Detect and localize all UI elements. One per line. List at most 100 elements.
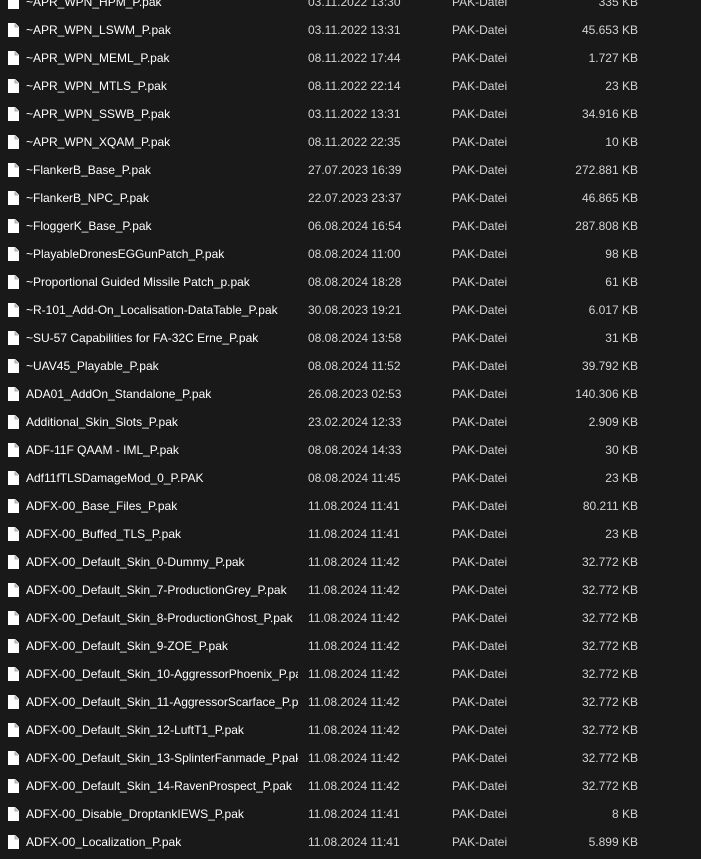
file-modified-date: 03.11.2022 13:31 [308,107,401,121]
file-row[interactable]: ADFX-00_Default_Skin_8-ProductionGhost_P… [0,604,701,632]
file-modified-date: 08.11.2022 22:14 [308,79,401,93]
file-name: ADFX-00_Buffed_TLS_P.pak [26,527,181,541]
file-row[interactable]: ~R-101_Add-On_Localisation-DataTable_P.p… [0,296,701,324]
file-type: PAK-Datei [452,443,508,457]
file-name: ADFX-00_Localization_P.pak [26,835,182,849]
file-icon [8,555,19,569]
file-icon [8,723,19,737]
file-row[interactable]: ADFX-00_Buffed_TLS_P.pak 11.08.2024 11:4… [0,520,701,548]
file-row[interactable]: ADF-11F QAAM - IML_P.pak 08.08.2024 14:3… [0,436,701,464]
file-name: ~APR_WPN_SSWB_P.pak [26,107,171,121]
file-size: 32.772 KB [581,583,638,597]
file-name: ADFX-00_Default_Skin_14-RavenProspect_P.… [26,779,292,793]
file-icon [8,639,19,653]
file-size: 46.865 KB [581,191,638,205]
file-type: PAK-Datei [452,331,508,345]
file-icon [8,163,19,177]
file-name: ~APR_WPN_MEML_P.pak [26,51,170,65]
file-size: 80.211 KB [582,499,638,513]
file-row[interactable]: ADFX-00_Default_Skin_14-RavenProspect_P.… [0,772,701,800]
file-row[interactable]: ~APR_WPN_LSWM_P.pak 03.11.2022 13:31 PAK… [0,16,701,44]
file-name: ~APR_WPN_LSWM_P.pak [26,23,171,37]
file-row[interactable]: ~Proportional Guided Missile Patch_p.pak… [0,268,701,296]
file-row[interactable]: ADFX-00_Default_Skin_9-ZOE_P.pak 11.08.2… [0,632,701,660]
file-name: ~FlankerB_Base_P.pak [26,163,151,177]
file-modified-date: 11.08.2024 11:42 [308,667,400,681]
file-size: 45.653 KB [581,23,638,37]
file-modified-date: 03.11.2022 13:30 [308,0,401,9]
file-row[interactable]: ~FlankerB_Base_P.pak 27.07.2023 16:39 PA… [0,156,701,184]
file-modified-date: 11.08.2024 11:42 [308,639,400,653]
file-row[interactable]: ADFX-00_Localization_P.pak 11.08.2024 11… [0,828,701,856]
file-size: 61 KB [605,275,638,289]
file-modified-date: 08.11.2022 22:35 [308,135,401,149]
file-list: ~APR_WPN_HPM_P.pak 03.11.2022 13:30 PAK-… [0,0,701,856]
file-row[interactable]: ADFX-00_Default_Skin_13-SplinterFanmade_… [0,744,701,772]
file-modified-date: 08.08.2024 11:52 [308,359,401,373]
file-icon [8,751,19,765]
file-row[interactable]: ADA01_AddOn_Standalone_P.pak 26.08.2023 … [0,380,701,408]
file-row[interactable]: ADFX-00_Default_Skin_10-AggressorPhoenix… [0,660,701,688]
file-row[interactable]: ~PlayableDronesEGGunPatch_P.pak 08.08.20… [0,240,701,268]
file-modified-date: 11.08.2024 11:42 [308,695,400,709]
file-type: PAK-Datei [452,499,508,513]
file-row[interactable]: Adf11fTLSDamageMod_0_P.PAK 08.08.2024 11… [0,464,701,492]
file-row[interactable]: ADFX-00_Default_Skin_7-ProductionGrey_P.… [0,576,701,604]
file-row[interactable]: ADFX-00_Base_Files_P.pak 11.08.2024 11:4… [0,492,701,520]
file-modified-date: 06.08.2024 16:54 [308,219,402,233]
file-row[interactable]: ~APR_WPN_HPM_P.pak 03.11.2022 13:30 PAK-… [0,0,701,16]
file-icon [8,275,19,289]
file-type: PAK-Datei [452,23,508,37]
file-icon [8,779,19,793]
file-icon [8,415,19,429]
file-icon [8,471,19,485]
file-row[interactable]: ADFX-00_Default_Skin_11-AggressorScarfac… [0,688,701,716]
file-row[interactable]: ~APR_WPN_XQAM_P.pak 08.11.2022 22:35 PAK… [0,128,701,156]
file-type: PAK-Datei [452,639,508,653]
file-row[interactable]: ~UAV45_Playable_P.pak 08.08.2024 11:52 P… [0,352,701,380]
file-name: ~FloggerK_Base_P.pak [26,219,152,233]
file-modified-date: 11.08.2024 11:42 [308,555,400,569]
file-row[interactable]: ~SU-57 Capabilities for FA-32C Erne_P.pa… [0,324,701,352]
file-row[interactable]: ~APR_WPN_SSWB_P.pak 03.11.2022 13:31 PAK… [0,100,701,128]
file-modified-date: 11.08.2024 11:42 [308,723,400,737]
file-icon [8,23,19,37]
file-row[interactable]: ADFX-00_Default_Skin_0-Dummy_P.pak 11.08… [0,548,701,576]
file-name: Adf11fTLSDamageMod_0_P.PAK [26,471,204,485]
file-size: 6.017 KB [588,303,638,317]
file-name: ADF-11F QAAM - IML_P.pak [26,443,179,457]
file-row[interactable]: ~APR_WPN_MEML_P.pak 08.11.2022 17:44 PAK… [0,44,701,72]
file-size: 32.772 KB [581,667,638,681]
file-name: ADFX-00_Default_Skin_9-ZOE_P.pak [26,639,228,653]
file-modified-date: 08.08.2024 14:33 [308,443,402,457]
file-type: PAK-Datei [452,135,508,149]
file-name: ADFX-00_Disable_DroptankIEWS_P.pak [26,807,244,821]
file-type: PAK-Datei [452,471,508,485]
file-type: PAK-Datei [452,667,508,681]
file-row[interactable]: ADFX-00_Disable_DroptankIEWS_P.pak 11.08… [0,800,701,828]
file-type: PAK-Datei [452,359,508,373]
file-size: 10 KB [605,135,638,149]
file-name: ~PlayableDronesEGGunPatch_P.pak [26,247,225,261]
file-modified-date: 11.08.2024 11:42 [308,751,400,765]
file-row[interactable]: Additional_Skin_Slots_P.pak 23.02.2024 1… [0,408,701,436]
file-modified-date: 08.08.2024 18:28 [308,275,402,289]
file-row[interactable]: ~FloggerK_Base_P.pak 06.08.2024 16:54 PA… [0,212,701,240]
file-type: PAK-Datei [452,751,508,765]
file-row[interactable]: ~FlankerB_NPC_P.pak 22.07.2023 23:37 PAK… [0,184,701,212]
file-type: PAK-Datei [452,275,508,289]
file-icon [8,51,19,65]
file-icon [8,135,19,149]
file-row[interactable]: ADFX-00_Default_Skin_12-LuftT1_P.pak 11.… [0,716,701,744]
file-size: 8 KB [611,807,638,821]
file-size: 32.772 KB [581,779,638,793]
file-modified-date: 11.08.2024 11:41 [308,807,400,821]
file-size: 34.916 KB [581,107,638,121]
file-size: 32.772 KB [581,611,638,625]
file-size: 2.909 KB [588,415,638,429]
file-name: ~R-101_Add-On_Localisation-DataTable_P.p… [26,303,278,317]
file-row[interactable]: ~APR_WPN_MTLS_P.pak 08.11.2022 22:14 PAK… [0,72,701,100]
file-size: 23 KB [605,527,638,541]
file-size: 39.792 KB [581,359,638,373]
file-size: 31 KB [605,331,638,345]
